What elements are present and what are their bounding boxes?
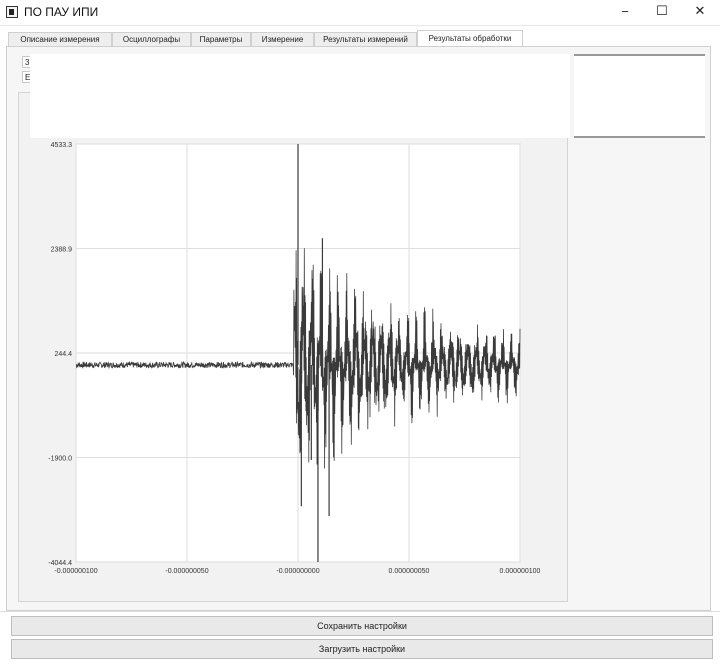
y-tick-label: 4533.3 [51,142,73,149]
tab-oscilloscopes[interactable]: Осциллографы [112,32,191,47]
side-panel [574,54,705,138]
tab-measurement-description[interactable]: Описание измерения [8,32,112,47]
y-tick-label: -1900.0 [48,456,72,463]
maximize-button[interactable]: ☐ [645,0,679,22]
separator [0,611,720,612]
minimize-icon: − [621,3,629,19]
app-icon [6,6,18,18]
save-settings-button[interactable]: Сохранить настройки [11,616,713,636]
tab-bar: Описание измерения Осциллографы Параметр… [6,30,711,48]
tab-measurement-results[interactable]: Результаты измерений [314,32,417,47]
y-tick-label: -4044.4 [48,560,72,567]
minimize-button[interactable]: − [608,0,642,22]
window-titlebar: ПО ПАУ ИПИ − ☐ ✕ [0,0,720,26]
x-tick-label: 0.000000050 [389,568,430,575]
x-tick-label: -0.000000050 [165,568,208,575]
maximize-icon: ☐ [656,3,668,18]
x-tick-label: 0.000000100 [500,568,541,575]
y-tick-label: 2388.9 [51,246,73,253]
tab-measurement[interactable]: Измерение [251,32,314,47]
y-tick-label: 244.4 [54,351,72,358]
blank-area [30,54,570,138]
x-tick-label: -0.000000000 [276,568,319,575]
tab-parameters[interactable]: Параметры [191,32,251,47]
oscillogram-chart: 4533.32388.9244.4-1900.0-4044.4-0.000000… [48,142,541,575]
x-tick-label: -0.000000100 [54,568,97,575]
close-button[interactable]: ✕ [683,0,717,22]
window-title: ПО ПАУ ИПИ [24,5,99,19]
close-icon: ✕ [694,3,706,18]
load-settings-button[interactable]: Загрузить настройки [11,639,713,659]
